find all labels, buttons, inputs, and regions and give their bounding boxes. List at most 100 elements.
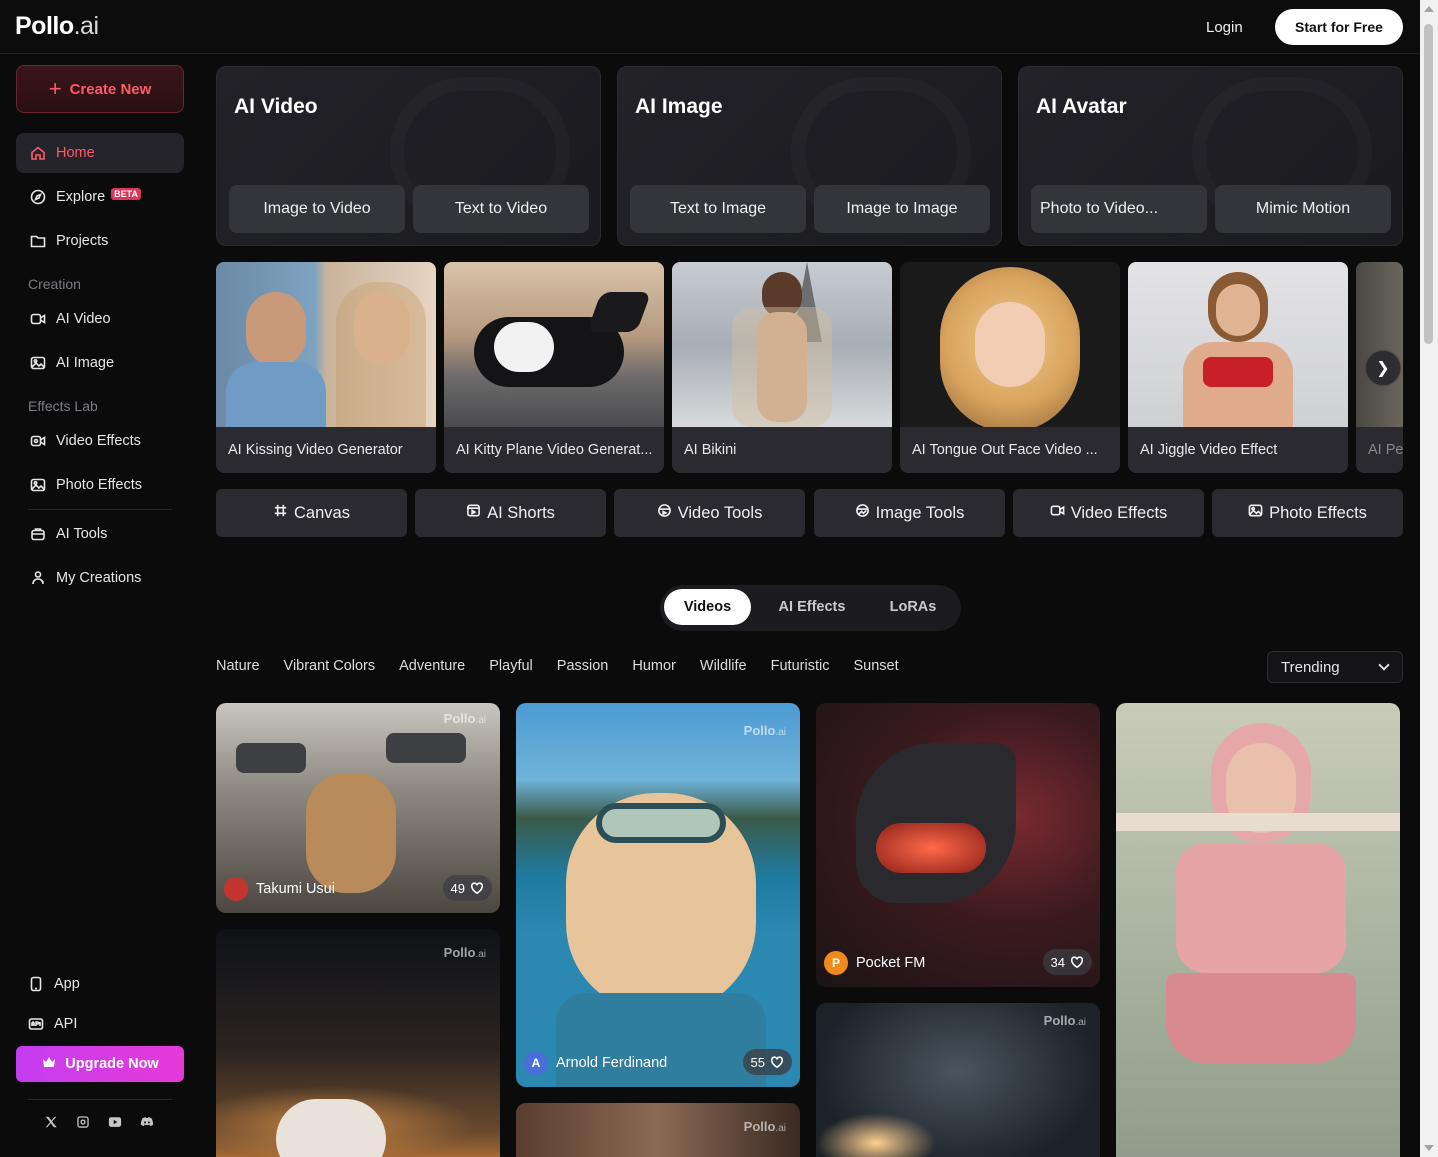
sidebar-item-home[interactable]: Home [16, 133, 184, 173]
video-effects-icon [30, 433, 46, 449]
x-twitter-icon[interactable] [44, 1115, 58, 1129]
featured-thumbnail [900, 262, 1120, 432]
youtube-icon[interactable] [108, 1115, 122, 1129]
author[interactable]: P Pocket FM [824, 951, 925, 975]
sidebar-item-label: AI Image [56, 355, 115, 371]
logo[interactable]: Pollo.ai [15, 12, 99, 41]
logo-main: Pollo [15, 12, 74, 40]
author[interactable]: Takumi Usui [224, 877, 335, 901]
carousel-next-button[interactable]: ❯ [1365, 350, 1401, 386]
sidebar-item-projects[interactable]: Projects [16, 221, 184, 261]
top-bar: Pollo.ai Login Start for Free [0, 0, 1420, 54]
sidebar-item-explore[interactable]: Explore BETA [16, 177, 184, 217]
like-button[interactable]: 49 [442, 875, 492, 901]
sort-select[interactable]: Trending [1267, 651, 1403, 683]
filter-chips: Nature Vibrant Colors Adventure Playful … [216, 658, 899, 674]
video-effects-button[interactable]: Video Effects [1013, 489, 1204, 537]
gallery-card[interactable] [1116, 703, 1400, 1157]
filter-sunset[interactable]: Sunset [853, 658, 898, 674]
sidebar-item-photo-effects[interactable]: Photo Effects [16, 465, 184, 505]
discord-icon[interactable] [140, 1115, 154, 1129]
tab-loras[interactable]: LoRAs [872, 589, 954, 625]
gallery-card[interactable]: Pollo.ai [516, 1103, 800, 1157]
mouth-glow [876, 823, 986, 873]
instagram-icon[interactable] [76, 1115, 90, 1129]
heart-icon [770, 1056, 784, 1069]
featured-card-tongue-out[interactable]: AI Tongue Out Face Video ... [900, 262, 1120, 473]
filter-passion[interactable]: Passion [557, 658, 609, 674]
ai-shorts-button[interactable]: AI Shorts [415, 489, 606, 537]
photo-to-video-button[interactable]: Photo to Video... [1031, 185, 1207, 233]
filter-vibrant-colors[interactable]: Vibrant Colors [284, 658, 376, 674]
sidebar-item-label: AI Video [56, 311, 111, 327]
sidebar-item-label: App [54, 976, 80, 992]
mimic-motion-button[interactable]: Mimic Motion [1215, 185, 1391, 233]
sidebar-item-api[interactable]: API [16, 1004, 184, 1044]
upgrade-now-button[interactable]: Upgrade Now [16, 1046, 184, 1082]
author-name: Pocket FM [856, 955, 926, 971]
author[interactable]: A Arnold Ferdinand [524, 1051, 667, 1075]
gallery-card[interactable]: Pollo.ai A Arnold Ferdinand 55 [516, 703, 800, 1087]
like-button[interactable]: 55 [742, 1049, 792, 1075]
start-for-free-button[interactable]: Start for Free [1275, 9, 1403, 45]
image-icon [30, 355, 46, 371]
dog-shape [276, 1099, 386, 1157]
featured-caption: AI Bikini [672, 427, 892, 473]
featured-card-kitty-plane[interactable]: AI Kitty Plane Video Generat... [444, 262, 664, 473]
image-to-video-button[interactable]: Image to Video [229, 185, 405, 233]
sidebar-item-video-effects[interactable]: Video Effects [16, 421, 184, 461]
filter-wildlife[interactable]: Wildlife [700, 658, 747, 674]
tab-ai-effects[interactable]: AI Effects [764, 589, 860, 625]
filter-playful[interactable]: Playful [489, 658, 533, 674]
featured-caption: AI Jiggle Video Effect [1128, 427, 1348, 473]
image-tools-button[interactable]: Image Tools [814, 489, 1005, 537]
scroll-up-arrow[interactable] [1424, 6, 1434, 12]
filter-futuristic[interactable]: Futuristic [771, 658, 830, 674]
gallery-card[interactable]: Pollo.ai [816, 1003, 1100, 1157]
video-tools-button[interactable]: Video Tools [614, 489, 805, 537]
scroll-thumb[interactable] [1424, 24, 1433, 344]
tab-videos[interactable]: Videos [664, 589, 751, 625]
sidebar-item-label: API [54, 1016, 78, 1032]
sidebar-item-app[interactable]: App [16, 964, 184, 1004]
text-to-image-button[interactable]: Text to Image [630, 185, 806, 233]
user-creations-icon [30, 570, 46, 586]
tool-label: Image Tools [875, 503, 965, 522]
dog-shape [306, 773, 396, 893]
create-new-button[interactable]: + Create New [16, 65, 184, 113]
canvas-button[interactable]: Canvas [216, 489, 407, 537]
video-effects-icon [1050, 503, 1065, 523]
text-to-video-button[interactable]: Text to Video [413, 185, 589, 233]
filter-nature[interactable]: Nature [216, 658, 260, 674]
sidebar-item-ai-tools[interactable]: AI Tools [16, 514, 184, 554]
tool-label: AI Shorts [487, 503, 555, 522]
featured-card-bikini[interactable]: AI Bikini [672, 262, 892, 473]
like-button[interactable]: 34 [1042, 949, 1092, 975]
chevron-right-icon: ❯ [1376, 360, 1390, 377]
image-to-image-button[interactable]: Image to Image [814, 185, 990, 233]
sidebar-item-label: Photo Effects [56, 477, 142, 493]
featured-caption: AI Kitty Plane Video Generat... [444, 427, 664, 473]
scroll-down-arrow[interactable] [1424, 1145, 1434, 1151]
image-tools-icon [855, 503, 870, 523]
login-link[interactable]: Login [1206, 19, 1243, 36]
gallery-card[interactable]: P Pocket FM 34 [816, 703, 1100, 987]
photo-effects-icon [30, 477, 46, 493]
featured-card-kissing[interactable]: AI Kissing Video Generator [216, 262, 436, 473]
watermark: Pollo.ai [743, 1119, 786, 1134]
sort-value: Trending [1281, 658, 1340, 676]
filter-humor[interactable]: Humor [632, 658, 676, 674]
gallery-card[interactable]: Pollo.ai [216, 929, 500, 1157]
watermark-text: Pollo [1043, 1013, 1076, 1028]
sidebar-item-ai-video[interactable]: AI Video [16, 299, 184, 339]
gallery-card[interactable]: Pollo.ai Takumi Usui 49 [216, 703, 500, 913]
sidebar-item-my-creations[interactable]: My Creations [16, 558, 184, 598]
sidebar-item-ai-image[interactable]: AI Image [16, 343, 184, 383]
photo-effects-button[interactable]: Photo Effects [1212, 489, 1403, 537]
filter-adventure[interactable]: Adventure [399, 658, 465, 674]
featured-card-jiggle[interactable]: AI Jiggle Video Effect [1128, 262, 1348, 473]
sidebar-item-label: My Creations [56, 570, 142, 586]
watermark-text: Pollo [743, 1119, 776, 1134]
chevron-down-icon [1378, 659, 1390, 671]
heart-icon [1070, 956, 1084, 969]
